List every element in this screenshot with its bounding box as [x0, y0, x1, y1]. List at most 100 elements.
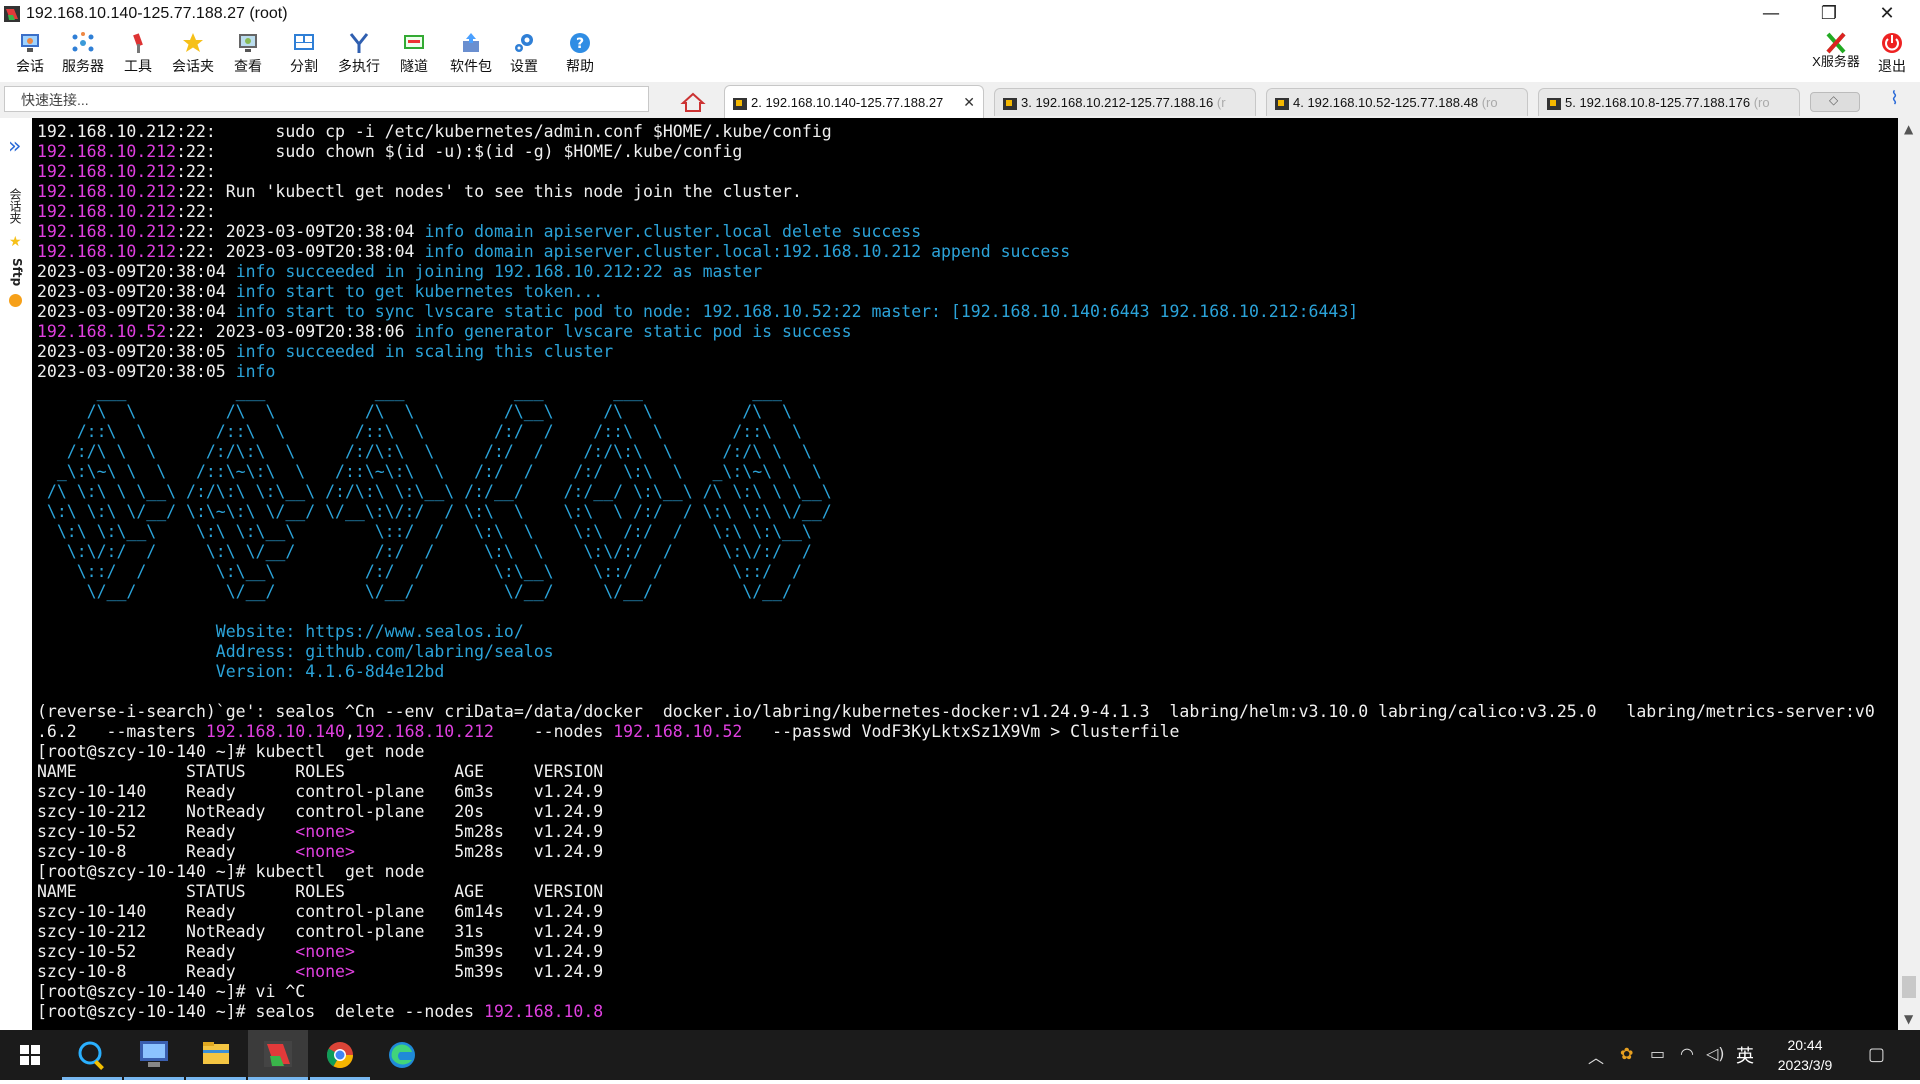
quick-connect-input[interactable]: 快速连接... [4, 86, 649, 112]
terminal-line: szcy-10-52 Ready <none> 5m39s v1.24.9 [37, 942, 604, 961]
taskbar-chrome[interactable] [310, 1030, 370, 1080]
chrome-icon [326, 1042, 354, 1069]
tab-session-2[interactable]: 2. 192.168.10.140-125.77.188.27 ✕ [724, 85, 984, 118]
toolbar-tools-button[interactable]: 工具 [118, 28, 158, 80]
tab-session-4[interactable]: 4. 192.168.10.52-125.77.188.48 (ro [1266, 88, 1528, 116]
server-icon [72, 32, 94, 52]
expand-panel-icon[interactable]: » [8, 134, 21, 159]
toolbar-session-button[interactable]: 会话 [10, 28, 50, 80]
terminal-line: szcy-10-8 Ready <none> 5m39s v1.24.9 [37, 962, 604, 981]
taskbar-remote-desktop[interactable] [124, 1030, 184, 1080]
terminal-line: ___ ___ ___ ___ ___ ___ [37, 382, 783, 401]
remote-desktop-icon [140, 1041, 168, 1067]
toolbar-help-button[interactable]: ? 帮助 [560, 28, 600, 80]
settings-icon [515, 34, 533, 52]
toolbar-tunnel-button[interactable]: 隧道 [394, 28, 434, 80]
toolbar-exit-button[interactable]: 退出 [1872, 28, 1912, 80]
terminal-line: Address: github.com/labring/sealos [37, 642, 554, 661]
taskbar-edge[interactable] [372, 1030, 432, 1080]
clock-date: 2023/3/9 [1777, 1057, 1833, 1073]
tools-icon [133, 33, 143, 53]
toolbar-settings-button[interactable]: 设置 [504, 28, 544, 80]
scroll-thumb[interactable] [1902, 976, 1916, 998]
split-icon [294, 34, 314, 50]
tunnel-icon [404, 35, 424, 49]
scroll-down-icon[interactable]: ▼ [1904, 1012, 1913, 1026]
terminal-line: 2023-03-09T20:38:05 info succeeded in sc… [37, 342, 614, 361]
terminal-line: Website: https://www.sealos.io/ [37, 622, 524, 641]
tray-chevron-up-icon[interactable]: ︿ [1588, 1044, 1604, 1068]
toolbar-session-folder-button[interactable]: 会话夹 [168, 28, 218, 80]
edge-icon [389, 1042, 415, 1068]
terminal-line: _\:\~\ \ \ /::\~\:\ \ /::\~\:\ \ /:/ / /… [37, 462, 822, 481]
terminal-line: szcy-10-140 Ready control-plane 6m3s v1.… [37, 782, 604, 801]
terminal-line: 192.168.10.212:22: Run 'kubectl get node… [37, 182, 802, 201]
sftp-icon [9, 294, 22, 307]
tab-bar: 快速连接... 2. 192.168.10.140-125.77.188.27 … [0, 82, 1920, 119]
terminal-line: \/__/ \/__/ \/__/ \/__/ \/__/ \/__/ [37, 582, 792, 601]
home-icon [680, 92, 706, 112]
terminal-line: 2023-03-09T20:38:04 info start to sync l… [37, 302, 1359, 321]
start-button[interactable] [0, 1030, 60, 1080]
taskbar-search[interactable] [62, 1030, 122, 1080]
home-tab[interactable] [676, 88, 710, 116]
title-bar: 192.168.10.140-125.77.188.27 (root) — ❐ … [0, 0, 1920, 28]
battery-icon[interactable]: ▭ [1650, 1044, 1665, 1063]
toolbar-split-button[interactable]: 分割 [284, 28, 324, 80]
terminal-line: [root@szcy-10-140 ~]# kubectl get node [37, 862, 425, 881]
multi-exec-icon [349, 33, 369, 53]
terminal-line: 192.168.10.212:22: 2023-03-09T20:38:04 i… [37, 222, 922, 241]
terminal-line: 192.168.10.212:22: 2023-03-09T20:38:04 i… [37, 242, 1071, 261]
toolbar: 会话 服务器 工具 会话夹 查看 分割 多执行 隧道 软件包 设置 ? 帮助 X… [0, 28, 1920, 80]
sessions-folder-tab[interactable]: 会话夹 [8, 188, 24, 224]
notification-icon[interactable]: ▢ [1868, 1044, 1885, 1065]
terminal-line: .6.2 --masters 192.168.10.140,192.168.10… [37, 722, 1180, 741]
terminal-line: \::/ / \:\__\ /:/ / \:\__\ \::/ / \::/ / [37, 562, 802, 581]
volume-icon[interactable]: ◁) [1706, 1044, 1725, 1063]
file-explorer-icon [203, 1042, 229, 1064]
terminal-line: NAME STATUS ROLES AGE VERSION [37, 762, 604, 781]
terminal-line: /\ \ /\ \ /\ \ /\__\ /\ \ /\ \ [37, 402, 792, 421]
scroll-up-icon[interactable]: ▲ [1904, 122, 1913, 136]
terminal-tab-icon [1275, 97, 1289, 110]
star-icon: ★ [9, 234, 22, 250]
close-tab-icon[interactable]: ✕ [963, 86, 975, 118]
ime-indicator[interactable]: 英 [1736, 1042, 1754, 1068]
taskbar-clock[interactable]: 20:44 2023/3/9 [1762, 1035, 1848, 1075]
terminal-line: [root@szcy-10-140 ~]# sealos delete --no… [37, 1002, 604, 1021]
windows-start-icon [20, 1045, 40, 1065]
taskbar-mobaxterm[interactable] [248, 1030, 308, 1080]
toolbar-multi-exec-button[interactable]: 多执行 [334, 28, 384, 80]
taskbar-file-explorer[interactable] [186, 1030, 246, 1080]
terminal-line: /::\ \ /::\ \ /::\ \ /:/ / /::\ \ /::\ \ [37, 422, 802, 441]
restore-button[interactable]: ❐ [1806, 0, 1852, 28]
toolbar-x-server-button[interactable]: X服务器 [1808, 28, 1864, 80]
help-icon: ? [570, 33, 590, 53]
terminal-line: szcy-10-140 Ready control-plane 6m14s v1… [37, 902, 604, 921]
terminal-line: szcy-10-212 NotReady control-plane 31s v… [37, 922, 604, 941]
wifi-icon[interactable]: ◠ [1680, 1044, 1694, 1063]
tab-session-5[interactable]: 5. 192.168.10.8-125.77.188.176 (ro [1538, 88, 1800, 116]
close-button[interactable]: ✕ [1864, 0, 1910, 28]
toolbar-package-button[interactable]: 软件包 [446, 28, 496, 80]
taskbar: ︿ ✿ ▭ ◠ ◁) 英 20:44 2023/3/9 ▢ [0, 1030, 1920, 1080]
terminal-line: 192.168.10.212:22: [37, 202, 216, 221]
attach-icon[interactable]: ⌇ [1890, 88, 1899, 109]
toolbar-server-button[interactable]: 服务器 [58, 28, 108, 80]
tab-list-button[interactable]: ◇ [1810, 92, 1860, 112]
tray-app-icon[interactable]: ✿ [1620, 1044, 1633, 1063]
search-icon [78, 1041, 104, 1070]
toolbar-view-button[interactable]: 查看 [228, 28, 268, 80]
terminal-line: \:\ \:\__\ \:\ \:\__\ \::/ / \:\ \ \:\ /… [37, 522, 812, 541]
terminal-tab-icon [733, 97, 747, 110]
terminal[interactable]: 192.168.10.212:22: sudo cp -i /etc/kuber… [32, 118, 1898, 1030]
package-icon [463, 33, 479, 52]
tab-session-3[interactable]: 3. 192.168.10.212-125.77.188.16 (r [994, 88, 1256, 116]
sftp-tab[interactable]: Sftp [8, 258, 24, 286]
terminal-tab-icon [1547, 97, 1561, 110]
terminal-scrollbar[interactable]: ▲ ▼ [1898, 118, 1920, 1030]
minimize-button[interactable]: — [1748, 0, 1794, 28]
terminal-line: (reverse-i-search)`ge': sealos ^Cn --env… [37, 702, 1875, 721]
terminal-line: 192.168.10.212:22: [37, 162, 216, 181]
